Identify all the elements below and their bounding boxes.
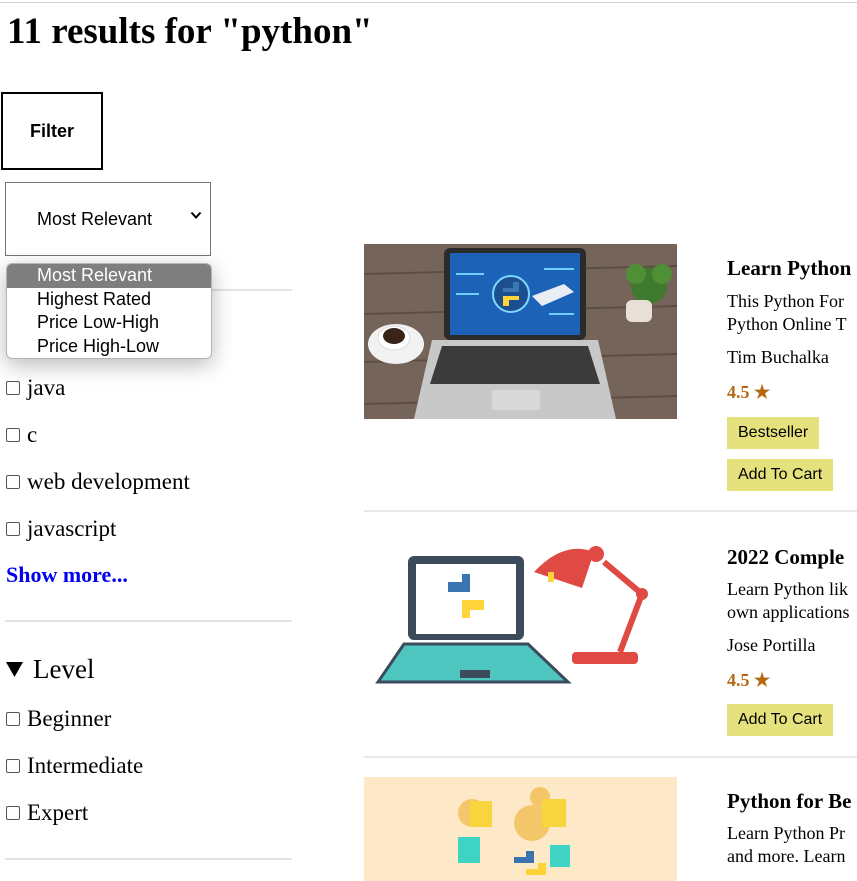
course-thumbnail[interactable] bbox=[364, 532, 677, 707]
topic-filter-java[interactable]: java bbox=[6, 375, 65, 401]
topic-label: web development bbox=[27, 469, 190, 494]
laptop-python-illustration bbox=[364, 244, 677, 419]
section-divider bbox=[5, 620, 292, 622]
filter-button[interactable]: Filter bbox=[1, 92, 103, 170]
sort-option[interactable]: Highest Rated bbox=[7, 288, 211, 312]
course-info: Python for Be Learn Python Pr and more. … bbox=[727, 788, 857, 868]
course-info: Learn Python This Python For Python Onli… bbox=[727, 255, 857, 403]
sort-option[interactable]: Most Relevant bbox=[7, 264, 211, 288]
code-gears-illustration bbox=[364, 777, 677, 881]
course-title[interactable]: 2022 Comple bbox=[727, 544, 857, 570]
course-thumbnail[interactable] bbox=[364, 777, 677, 881]
topic-label: java bbox=[27, 375, 66, 400]
topic-filter-web-development[interactable]: web development bbox=[6, 469, 190, 495]
triangle-down-icon bbox=[6, 662, 23, 677]
topic-label: c bbox=[27, 422, 38, 447]
checkbox[interactable] bbox=[6, 712, 20, 726]
row-divider bbox=[364, 510, 857, 512]
course-description: This Python For bbox=[727, 291, 845, 311]
sort-selected-value: Most Relevant bbox=[37, 209, 153, 229]
checkbox[interactable] bbox=[6, 806, 20, 820]
sort-select[interactable]: Most Relevant bbox=[5, 182, 211, 256]
level-label: Expert bbox=[27, 800, 89, 825]
sort-option[interactable]: Price Low-High bbox=[7, 311, 211, 335]
course-info: 2022 Comple Learn Python lik own applica… bbox=[727, 544, 857, 691]
course-description: and more. Learn bbox=[727, 846, 846, 866]
course-description: Learn Python lik bbox=[727, 579, 848, 599]
course-rating: 4.5 ★ bbox=[727, 382, 771, 402]
add-to-cart-button[interactable]: Add To Cart bbox=[727, 459, 834, 491]
sort-option[interactable]: Price High-Low bbox=[7, 335, 211, 359]
course-rating: 4.5 ★ bbox=[727, 670, 771, 690]
course-description: Python Online T bbox=[727, 314, 847, 334]
checkbox[interactable] bbox=[6, 428, 20, 442]
course-description: Learn Python Pr bbox=[727, 823, 845, 843]
checkbox[interactable] bbox=[6, 759, 20, 773]
course-title[interactable]: Learn Python bbox=[727, 255, 857, 281]
top-border bbox=[0, 2, 857, 3]
checkbox[interactable] bbox=[6, 522, 20, 536]
page-title: 11 results for "python" bbox=[7, 11, 373, 52]
bestseller-badge: Bestseller bbox=[727, 417, 820, 449]
level-label: Intermediate bbox=[27, 753, 144, 778]
laptop-lamp-illustration bbox=[364, 532, 677, 707]
topic-filter-javascript[interactable]: javascript bbox=[6, 516, 116, 542]
course-title[interactable]: Python for Be bbox=[727, 788, 857, 814]
level-label: Beginner bbox=[27, 706, 112, 731]
level-heading: Level bbox=[33, 654, 95, 684]
topic-filter-c[interactable]: c bbox=[6, 422, 37, 448]
level-filter-intermediate[interactable]: Intermediate bbox=[6, 753, 143, 779]
row-divider bbox=[364, 756, 857, 758]
checkbox[interactable] bbox=[6, 381, 20, 395]
add-to-cart-button[interactable]: Add To Cart bbox=[727, 704, 834, 736]
course-thumbnail[interactable] bbox=[364, 244, 677, 419]
level-section-toggle[interactable]: Level bbox=[6, 654, 94, 685]
show-more-link[interactable]: Show more... bbox=[6, 562, 128, 588]
level-filter-expert[interactable]: Expert bbox=[6, 800, 88, 826]
level-filter-beginner[interactable]: Beginner bbox=[6, 706, 111, 732]
topic-label: javascript bbox=[27, 516, 117, 541]
section-divider bbox=[5, 858, 292, 860]
sort-dropdown-list: Most Relevant Highest Rated Price Low-Hi… bbox=[6, 263, 212, 359]
checkbox[interactable] bbox=[6, 475, 20, 489]
course-author: Jose Portilla bbox=[727, 635, 816, 655]
course-author: Tim Buchalka bbox=[727, 347, 829, 367]
chevron-down-icon bbox=[190, 211, 202, 219]
course-description: own applications bbox=[727, 602, 850, 622]
